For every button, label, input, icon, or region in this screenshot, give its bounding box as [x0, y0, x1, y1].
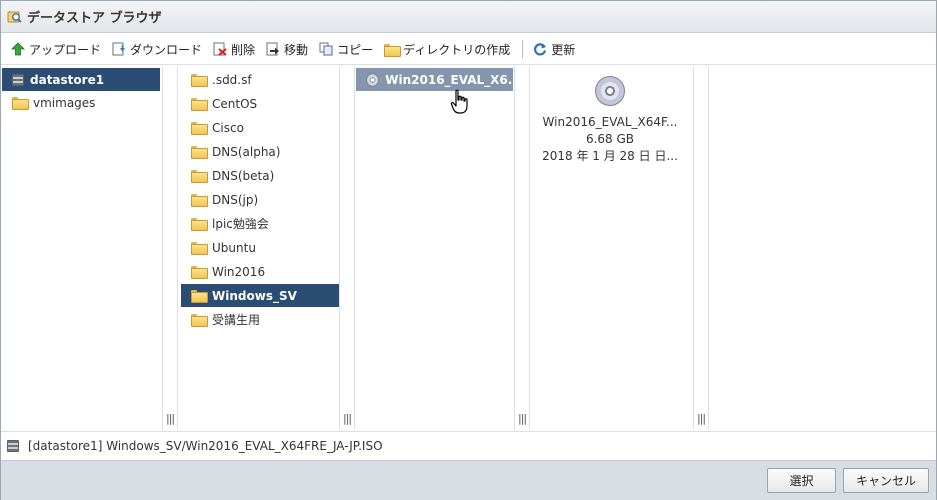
folder-item[interactable]: CentOS: [181, 92, 339, 115]
delete-label: 削除: [231, 42, 256, 57]
window-title: データストア ブラウザ: [27, 11, 162, 26]
folder-icon: [191, 194, 208, 207]
copy-icon: [319, 42, 333, 56]
upload-label: アップロード: [29, 42, 102, 57]
datastore-item-label: vmimages: [33, 95, 96, 110]
file-preview: Win2016_EVAL_X64F... 6.68 GB 2018 年 1 月 …: [530, 76, 690, 165]
folder-icon: [191, 266, 208, 279]
column-resize-handle[interactable]: |||: [166, 412, 175, 425]
upload-icon: [11, 42, 25, 56]
copy-label: コピー: [337, 42, 374, 57]
folder-item[interactable]: Ubuntu: [181, 236, 339, 259]
iso-disc-icon: [366, 72, 380, 87]
folder-icon: [191, 170, 208, 183]
cancel-button[interactable]: キャンセル: [843, 468, 929, 493]
folder-icon: [191, 146, 208, 159]
folder-item-label: Cisco: [212, 120, 244, 135]
folder-icon: [12, 97, 29, 110]
refresh-button[interactable]: 更新: [533, 38, 575, 60]
column-resize-gutter[interactable]: |||: [693, 66, 709, 430]
folder-item[interactable]: 受講生用: [181, 308, 339, 331]
datastore-browser-icon: [7, 9, 22, 24]
folder-item[interactable]: Win2016: [181, 260, 339, 283]
move-button[interactable]: 移動: [266, 38, 308, 60]
datastore-browser-dialog: データストア ブラウザ アップロード ダウンロード 削除 移動 コピー ディレク…: [0, 0, 937, 500]
file-column[interactable]: Win2016_EVAL_X6... |||: [355, 66, 530, 430]
folder-item-label: DNS(beta): [212, 168, 275, 183]
preview-file-size: 6.68 GB: [585, 132, 635, 146]
move-icon: [266, 42, 280, 56]
datastore-column[interactable]: datastore1 vmimages |||: [2, 66, 178, 430]
folder-item[interactable]: DNS(beta): [181, 164, 339, 187]
delete-button[interactable]: 削除: [213, 38, 255, 60]
datastore-item[interactable]: vmimages: [2, 91, 160, 114]
new-folder-icon: [384, 43, 402, 57]
folder-icon: [191, 290, 208, 303]
folder-item[interactable]: DNS(alpha): [181, 140, 339, 163]
selected-path: [datastore1] Windows_SV/Win2016_EVAL_X64…: [28, 439, 383, 453]
delete-icon: [213, 42, 227, 56]
folder-item-label: Win2016: [212, 264, 266, 279]
folder-item-label: Windows_SV: [212, 288, 297, 303]
folder-item[interactable]: .sdd.sf: [181, 68, 339, 91]
refresh-icon: [533, 42, 547, 56]
download-label: ダウンロード: [130, 42, 203, 57]
column-resize-gutter[interactable]: |||: [162, 66, 178, 430]
folder-item[interactable]: lpic勉強会: [181, 212, 339, 235]
column-browser: datastore1 vmimages ||| .sdd.sf CentOS C…: [2, 66, 937, 430]
folder-item-label: CentOS: [212, 96, 258, 111]
iso-disc-large-icon: [595, 76, 625, 106]
folder-item-selected[interactable]: Windows_SV: [181, 284, 339, 307]
create-directory-label: ディレクトリの作成: [403, 42, 511, 57]
folder-item[interactable]: Cisco: [181, 116, 339, 139]
folder-icon: [191, 74, 208, 87]
folder-item-label: Ubuntu: [212, 240, 256, 255]
preview-file-date: 2018 年 1 月 28 日 日...: [542, 149, 678, 163]
folder-item-label: .sdd.sf: [212, 72, 252, 87]
refresh-label: 更新: [551, 42, 576, 57]
move-label: 移動: [284, 42, 309, 57]
select-button[interactable]: 選択: [767, 468, 836, 493]
folder-item[interactable]: DNS(jp): [181, 188, 339, 211]
toolbar: アップロード ダウンロード 削除 移動 コピー ディレクトリの作成 更新: [1, 34, 936, 65]
download-button[interactable]: ダウンロード: [112, 38, 202, 60]
folder-icon: [191, 122, 208, 135]
upload-button[interactable]: アップロード: [11, 38, 101, 60]
column-resize-handle[interactable]: |||: [518, 412, 527, 425]
preview-file-name: Win2016_EVAL_X64F...: [542, 115, 678, 129]
toolbar-separator: [522, 40, 524, 58]
file-item-selected[interactable]: Win2016_EVAL_X6...: [356, 68, 513, 91]
column-resize-gutter[interactable]: |||: [339, 66, 355, 430]
download-icon: [112, 42, 126, 56]
datastore-icon: [7, 440, 19, 452]
folder-item-label: DNS(jp): [212, 192, 259, 207]
create-directory-button[interactable]: ディレクトリの作成: [384, 38, 510, 60]
datastore-item-label: datastore1: [30, 72, 105, 87]
datastore-icon: [12, 73, 24, 86]
title-bar: データストア ブラウザ: [1, 1, 936, 33]
column-resize-gutter[interactable]: |||: [514, 66, 530, 430]
hand-cursor-icon: [450, 89, 470, 115]
folder-item-label: 受講生用: [212, 313, 261, 327]
status-bar: [datastore1] Windows_SV/Win2016_EVAL_X64…: [1, 431, 936, 460]
column-resize-handle[interactable]: |||: [343, 412, 352, 425]
folder-item-label: DNS(alpha): [212, 144, 281, 159]
folder-icon: [191, 242, 208, 255]
column-resize-handle[interactable]: |||: [697, 412, 706, 425]
dialog-footer: 選択 キャンセル: [1, 460, 936, 500]
folder-item-label: lpic勉強会: [212, 217, 269, 231]
folder-icon: [191, 98, 208, 111]
datastore-item[interactable]: datastore1: [2, 68, 160, 91]
folder-column[interactable]: .sdd.sf CentOS Cisco DNS(alpha) DNS(beta…: [178, 66, 355, 430]
file-item-label: Win2016_EVAL_X6...: [385, 72, 513, 87]
copy-button[interactable]: コピー: [319, 38, 373, 60]
folder-icon: [191, 218, 208, 231]
folder-icon: [191, 314, 208, 327]
